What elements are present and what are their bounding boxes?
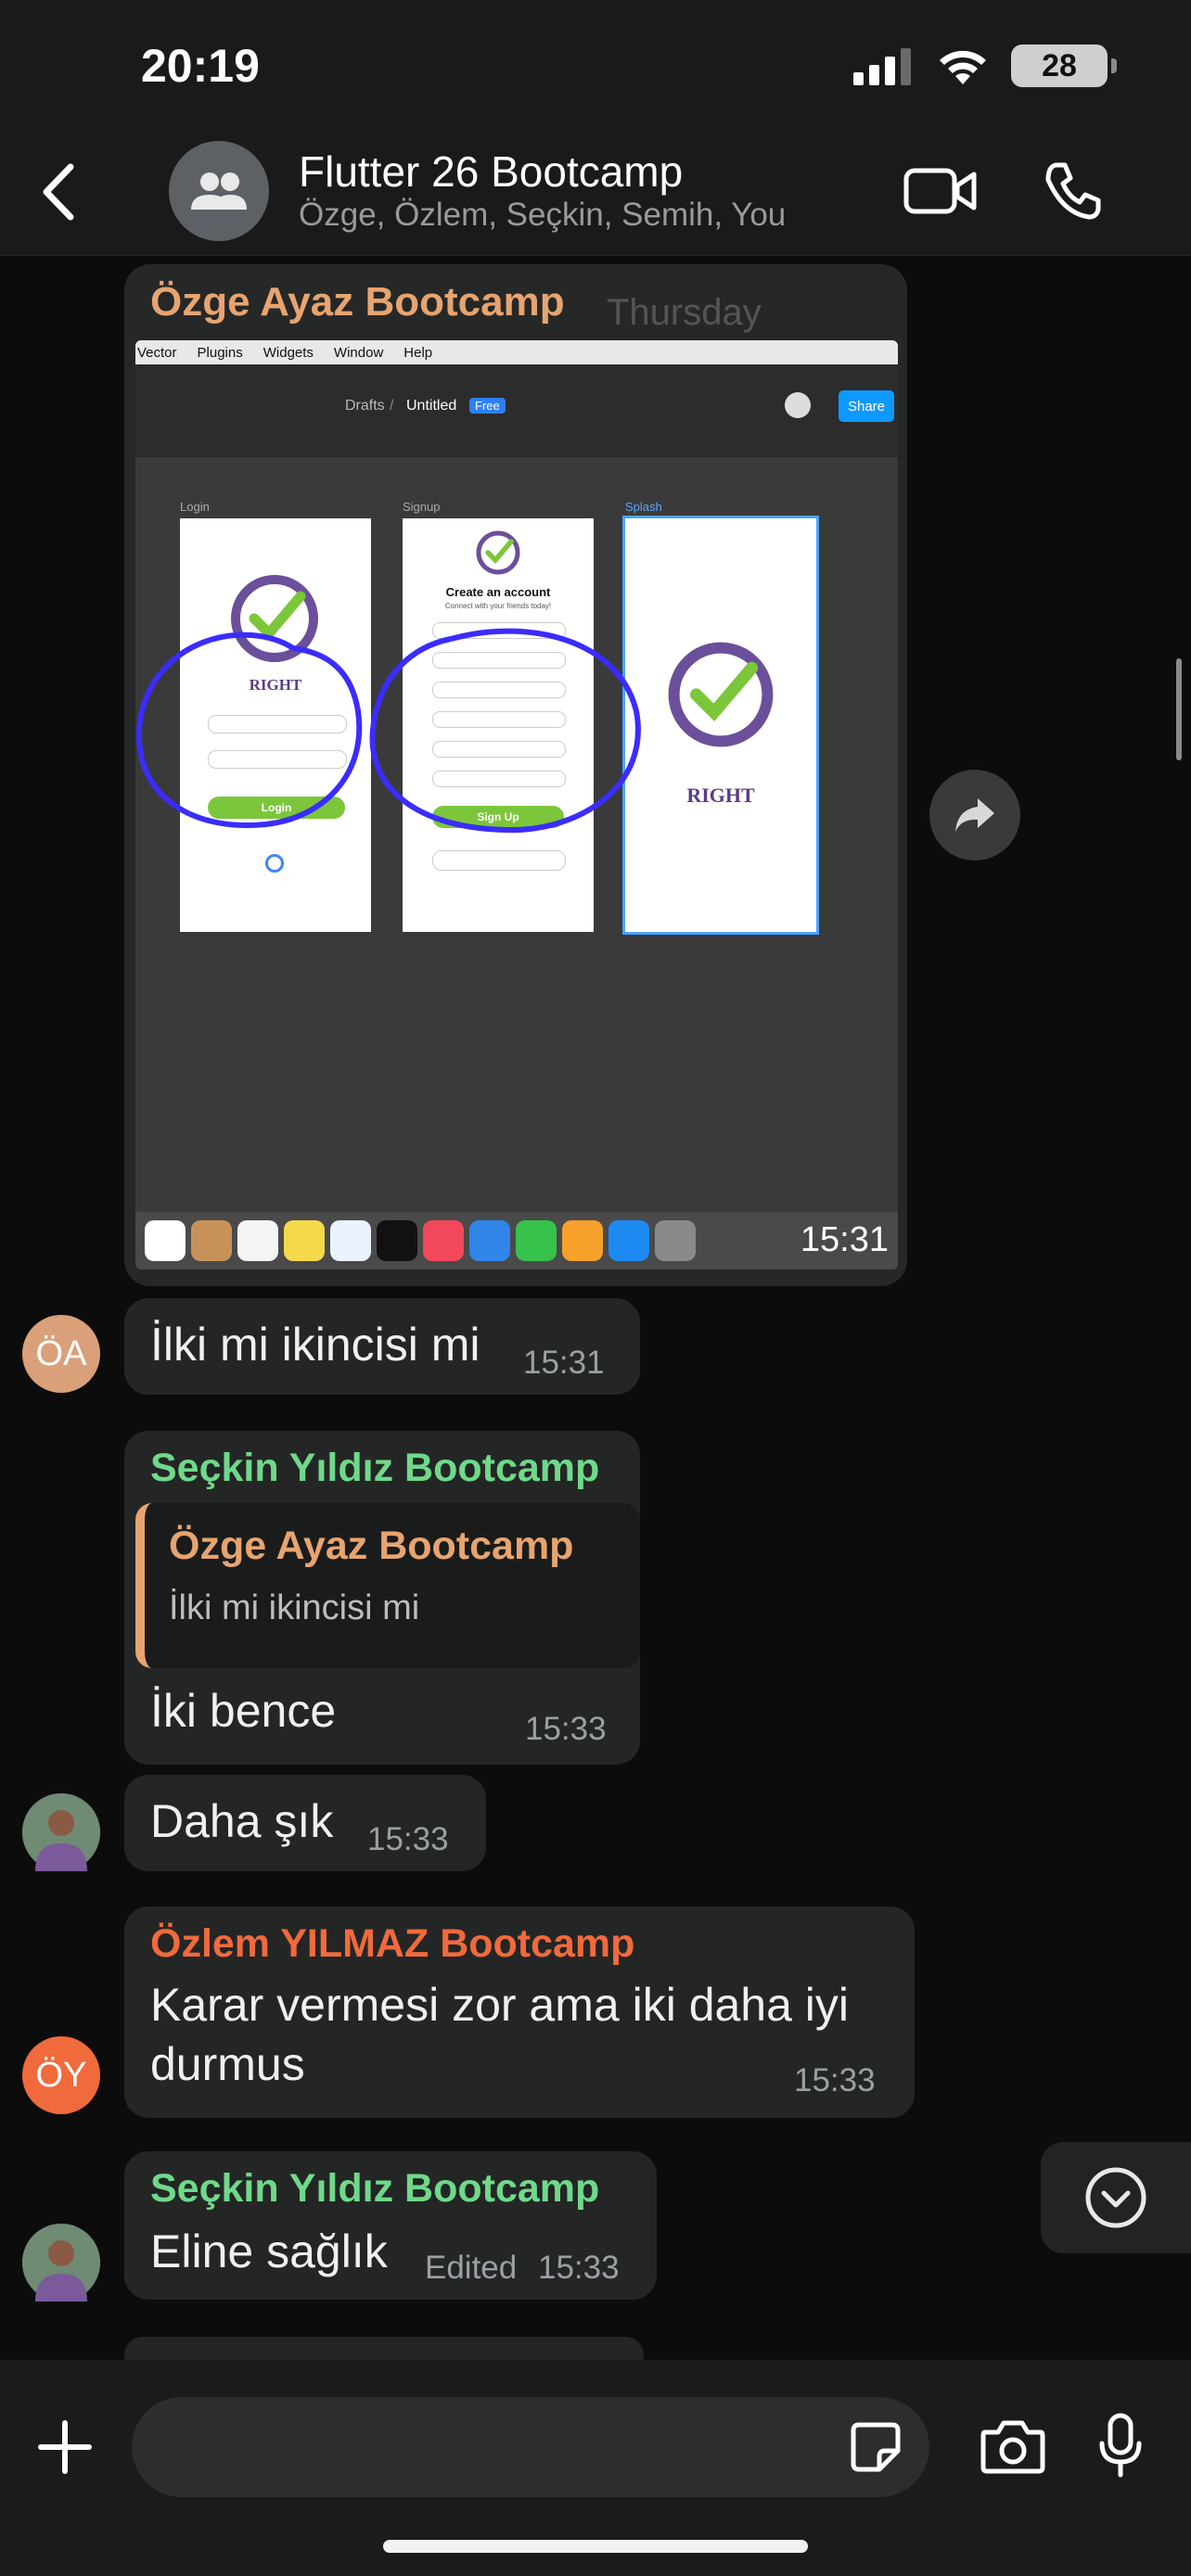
message-time: 15:31 <box>523 1345 605 1381</box>
quoted-sender: Özge Ayaz Bootcamp <box>169 1524 574 1568</box>
appstore-app-icon <box>608 1220 649 1261</box>
freeform-app-icon <box>330 1220 371 1261</box>
profile-photo-icon <box>22 1793 100 1871</box>
edited-label: Edited <box>425 2250 518 2286</box>
status-bar: 20:19 28 <box>0 0 1191 139</box>
numbers-app-icon <box>516 1220 557 1261</box>
message-sender: Özge Ayaz Bootcamp <box>150 279 565 325</box>
profile-photo-icon <box>22 2224 100 2302</box>
message-text: İki bence <box>150 1685 337 1737</box>
message-sender: Seçkin Yıldız Bootcamp <box>150 2166 600 2211</box>
message-text-line: Karar vermesi zor ama iki daha iyi <box>150 1979 850 2031</box>
shared-screenshot[interactable]: Vector Plugins Widgets Window Help Draft… <box>135 340 898 1269</box>
message-bubble[interactable]: Seçkin Yıldız Bootcamp Eline sağlık Edit… <box>124 2151 657 2300</box>
message-bubble[interactable]: İlki mi ikincisi mi 15:31 <box>124 1298 640 1395</box>
status-time: 20:19 <box>141 40 260 92</box>
plus-icon[interactable] <box>35 2417 95 2477</box>
phone-call-icon[interactable] <box>1043 159 1104 221</box>
contacts-app-icon <box>191 1220 232 1261</box>
message-text-line: durmus <box>150 2038 305 2090</box>
image-message[interactable]: Özge Ayaz Bootcamp Thursday Vector Plugi… <box>124 264 907 1286</box>
scroll-indicator <box>1176 658 1182 760</box>
notes-app-icon <box>284 1220 325 1261</box>
message-input[interactable] <box>132 2397 929 2497</box>
video-call-icon[interactable] <box>903 163 978 219</box>
appletv-app-icon <box>377 1220 417 1261</box>
reminders-app-icon <box>237 1220 278 1261</box>
chat-title[interactable]: Flutter 26 Bootcamp <box>299 147 683 197</box>
message-text: İlki mi ikincisi mi <box>150 1319 480 1371</box>
wifi-icon <box>940 50 986 84</box>
keynote-app-icon <box>469 1220 510 1261</box>
microphone-icon[interactable] <box>1095 2412 1146 2479</box>
chat-header: Flutter 26 Bootcamp Özge, Özlem, Seçkin,… <box>0 139 1191 256</box>
avatar[interactable]: ÖA <box>22 1315 100 1393</box>
message-text: Daha şık <box>150 1795 334 1847</box>
status-icons: 28 <box>853 45 1117 87</box>
quoted-text: İlki mi ikincisi mi <box>169 1588 420 1627</box>
message-time: 15:33 <box>538 2250 620 2286</box>
message-bubble[interactable]: Seçkin Yıldız Bootcamp Özge Ayaz Bootcam… <box>124 1431 640 1765</box>
music-app-icon <box>423 1220 464 1261</box>
scroll-down-icon <box>1085 2167 1146 2228</box>
battery-icon: 28 <box>1011 45 1117 87</box>
sticker-icon[interactable] <box>850 2421 902 2473</box>
message-text: Eline sağlık <box>150 2225 388 2277</box>
forward-button[interactable] <box>929 770 1020 861</box>
cellular-signal-icon <box>853 48 911 85</box>
message-sender: Özlem YILMAZ Bootcamp <box>150 1921 635 1966</box>
pages-app-icon <box>562 1220 603 1261</box>
calendar-app-icon <box>145 1220 186 1261</box>
avatar[interactable] <box>22 1793 100 1871</box>
mac-dock <box>135 1212 898 1269</box>
avatar[interactable] <box>22 2224 100 2302</box>
group-avatar[interactable] <box>169 141 269 241</box>
message-time: 15:33 <box>794 2062 876 2098</box>
chat-members[interactable]: Özge, Özlem, Seçkin, Semih, You <box>299 197 786 234</box>
message-time: 15:33 <box>367 1821 449 1857</box>
avatar[interactable]: ÖY <box>22 2036 100 2114</box>
message-time: 15:31 <box>800 1220 889 1259</box>
hand-drawn-circles <box>135 628 641 834</box>
message-bubble[interactable]: Daha şık 15:33 <box>124 1775 486 1871</box>
camera-icon[interactable] <box>980 2417 1046 2475</box>
quoted-message[interactable]: Özge Ayaz Bootcamp İlki mi ikincisi mi <box>135 1503 640 1668</box>
home-indicator[interactable] <box>383 2540 808 2553</box>
message-sender: Seçkin Yıldız Bootcamp <box>150 1446 600 1490</box>
forward-icon <box>955 798 994 832</box>
back-chevron-icon[interactable] <box>30 159 95 224</box>
date-overlay: Thursday <box>607 292 762 333</box>
message-time: 15:33 <box>525 1711 607 1747</box>
message-bubble[interactable]: Özlem YILMAZ Bootcamp Karar vermesi zor … <box>124 1906 915 2118</box>
settings-app-icon <box>655 1220 696 1261</box>
scroll-down-button[interactable] <box>1041 2142 1191 2253</box>
group-avatar-icon <box>191 172 247 210</box>
